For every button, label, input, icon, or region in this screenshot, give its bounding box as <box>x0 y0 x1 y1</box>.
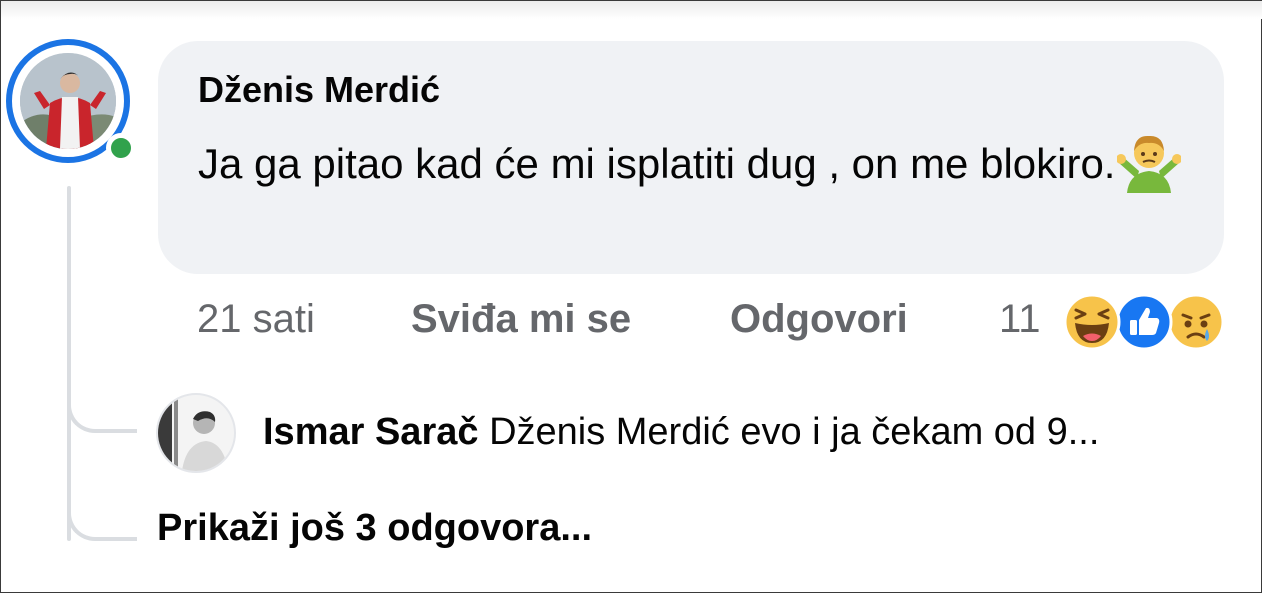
sad-reaction-icon <box>1167 293 1225 351</box>
thread-connector-more <box>67 489 137 541</box>
online-status-dot <box>106 133 136 163</box>
reaction-count[interactable]: 11 <box>999 297 1041 342</box>
profile-photo <box>20 53 116 149</box>
reply-comment[interactable]: Ismar Sarač Dženis Merdić evo i ja čekam… <box>263 411 1099 454</box>
comment-author[interactable]: Dženis Merdić <box>198 69 440 111</box>
haha-reaction-icon <box>1063 293 1121 351</box>
thread-connector-reply <box>67 381 137 433</box>
reply-button[interactable]: Odgovori <box>730 297 908 342</box>
comment-body: Ja ga pitao kad će mi isplatiti dug , on… <box>198 135 1198 199</box>
comment-timestamp[interactable]: 21 sati <box>197 297 315 342</box>
man-shrugging-icon <box>1117 135 1182 193</box>
reply-avatar[interactable] <box>156 393 236 473</box>
comment-bubble: Dženis Merdić Ja ga pitao kad će mi ispl… <box>158 41 1224 274</box>
like-button[interactable]: Sviđa mi se <box>411 297 631 342</box>
reply-text: Dženis Merdić evo i ja čekam od 9... <box>489 411 1100 453</box>
like-reaction-icon <box>1115 293 1173 351</box>
comment-text: Ja ga pitao kad će mi isplatiti dug , on… <box>198 140 1116 188</box>
top-edge <box>1 1 1262 19</box>
show-more-replies-link[interactable]: Prikaži još 3 odgovora... <box>157 507 592 550</box>
reply-author[interactable]: Ismar Sarač <box>263 411 479 453</box>
reactions-summary[interactable] <box>1063 293 1228 353</box>
commenter-avatar[interactable] <box>6 39 136 163</box>
thread-line <box>67 186 71 541</box>
